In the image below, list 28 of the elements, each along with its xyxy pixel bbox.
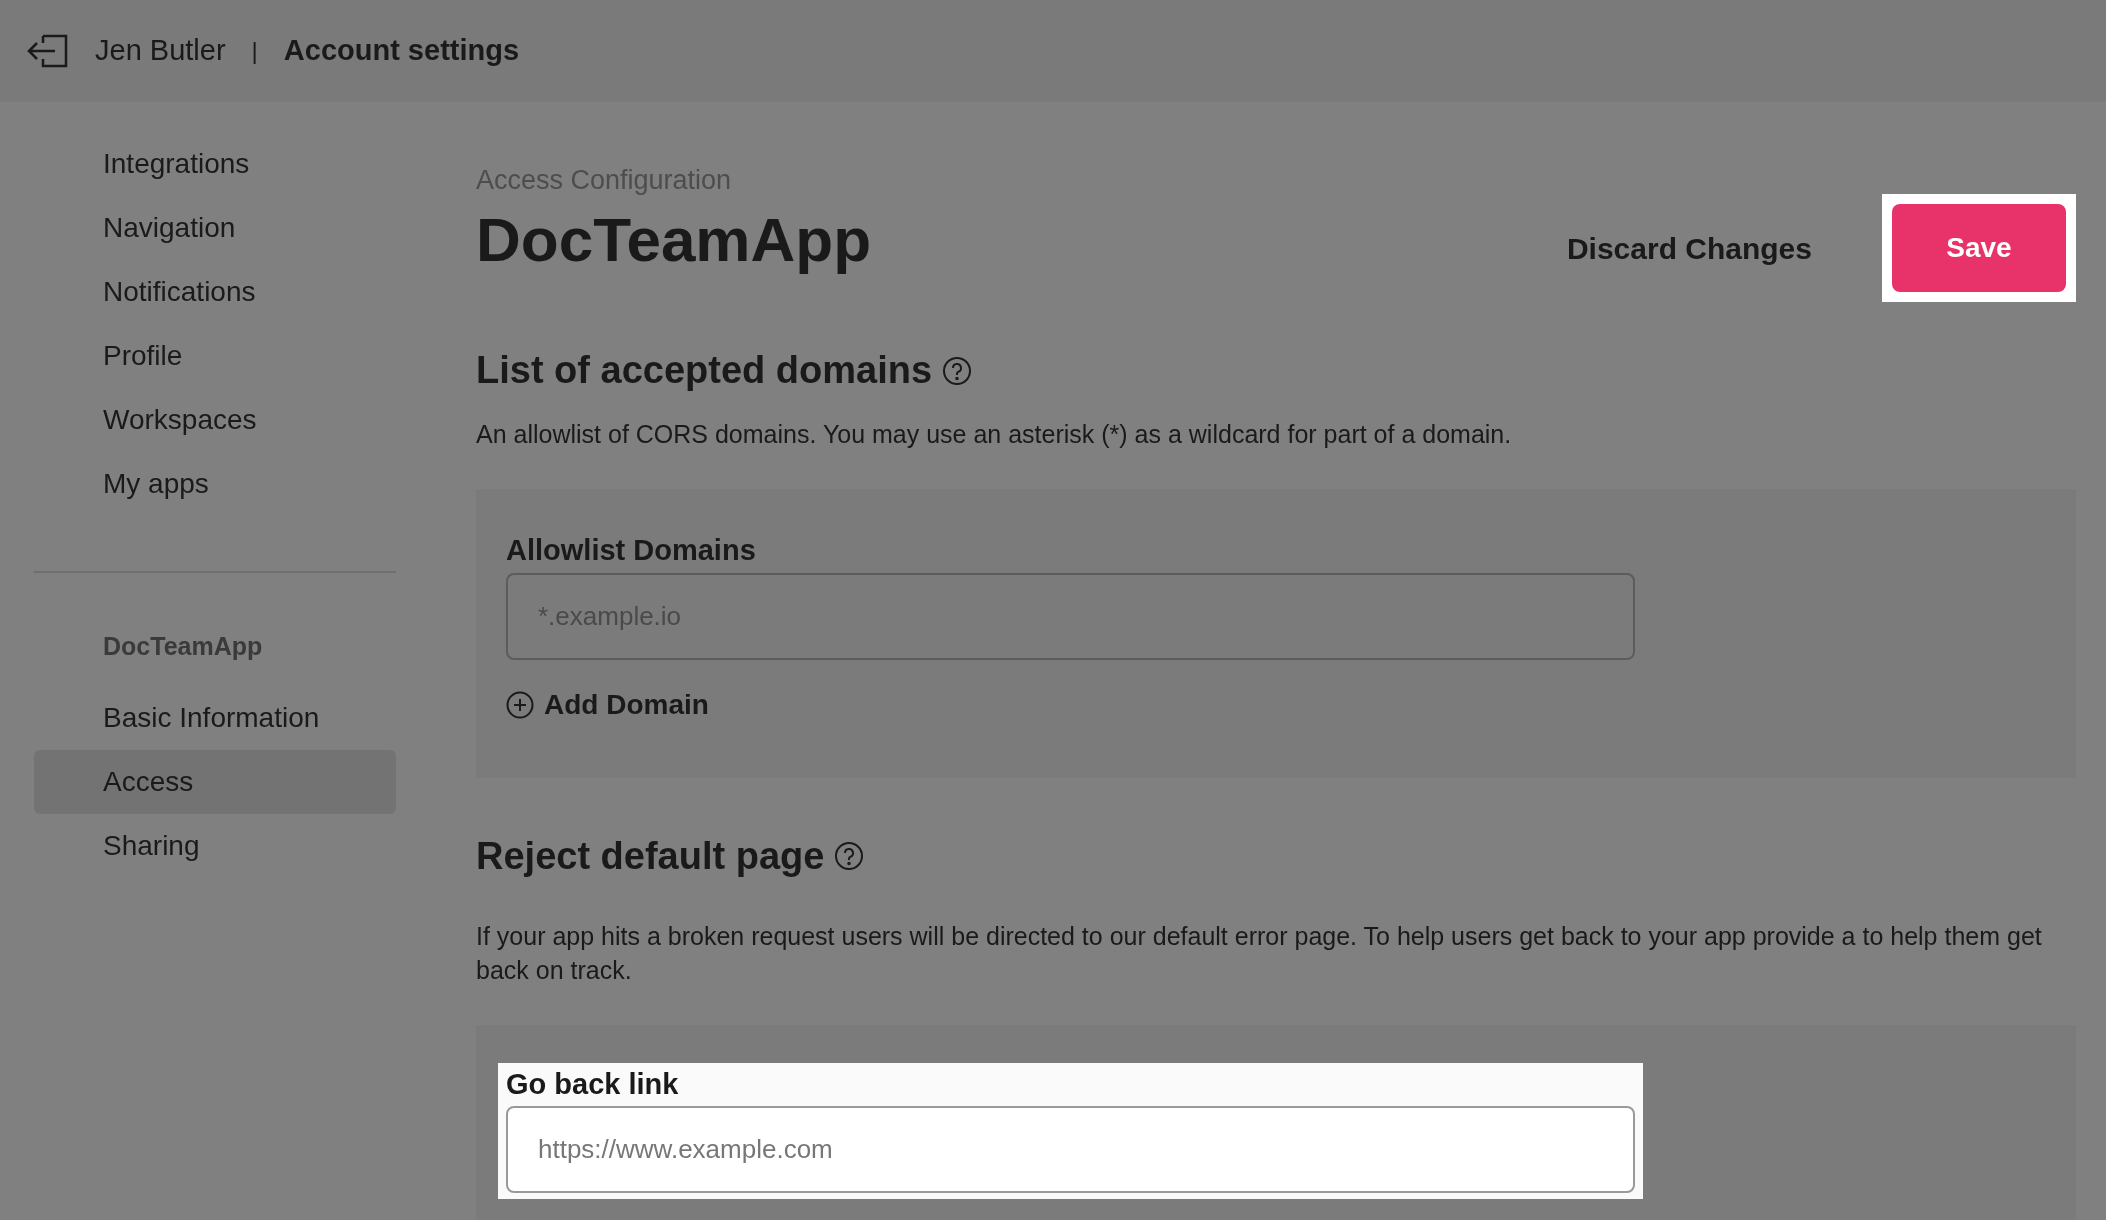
- input-field[interactable]: https://www.example.com: [506, 1106, 1635, 1193]
- section-description: An allowlist of CORS domains. You may use an asterisk (*) as a wildcard for part of a domain.: [476, 419, 1513, 450]
- sidebar-item[interactable]: Integrations: [34, 132, 396, 196]
- section-description: If your app hits a broken request users will be directed to our default error page. To help users get back to your app provide a to help them get back on track.: [476, 920, 2043, 986]
- section-heading: List of accepted domains: [476, 348, 933, 393]
- save-button[interactable]: Save: [1892, 204, 2066, 292]
- sidebar-item[interactable]: My apps: [34, 452, 396, 516]
- field-label: Go back link: [506, 1066, 680, 1102]
- discard-changes-button[interactable]: Discard Changes: [1566, 225, 1812, 271]
- sidebar-item[interactable]: Access: [34, 749, 396, 814]
- help-icon[interactable]: [834, 841, 865, 871]
- app-title: DocTeamApp: [476, 203, 871, 276]
- sidebar-item[interactable]: Sharing: [34, 813, 396, 878]
- sidebar-heading: DocTeamApp: [102, 631, 264, 662]
- separator: |: [251, 36, 258, 66]
- help-icon[interactable]: [942, 355, 973, 386]
- section-heading: Reject default page: [476, 833, 825, 879]
- sidebar-item[interactable]: Profile: [34, 324, 396, 388]
- plus-circle-icon: [506, 690, 534, 719]
- sidebar-item[interactable]: Basic Information: [34, 685, 396, 750]
- sidebar-item[interactable]: Navigation: [34, 196, 396, 260]
- add-domain-button[interactable]: Add Domain: [506, 683, 709, 726]
- field-label: Allowlist Domains: [506, 533, 757, 568]
- sidebar-item[interactable]: Workspaces: [34, 388, 396, 452]
- page-title: Account settings: [283, 33, 520, 69]
- user-name: Jen Butler: [95, 33, 226, 69]
- sidebar-item[interactable]: Notifications: [34, 260, 396, 324]
- exit-icon[interactable]: [25, 33, 69, 69]
